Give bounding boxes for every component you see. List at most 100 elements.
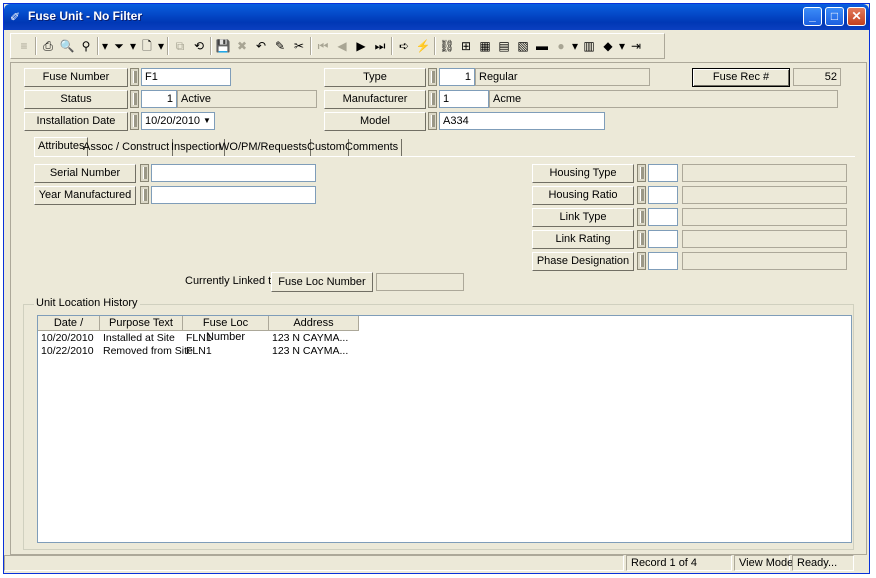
installation-date-button[interactable]: Installation Date [24,112,128,131]
close-button[interactable]: ✕ [847,7,866,26]
link-type-grip[interactable] [637,208,646,226]
save-icon[interactable]: 💾 [214,37,232,55]
tab-wo-pm-requests[interactable]: WO/PM/Requests [216,139,312,156]
dropdown-icon[interactable]: ▾ [618,37,626,55]
map-icon[interactable]: ▦ [476,37,494,55]
year-manufactured-button[interactable]: Year Manufactured [34,186,136,205]
cut-icon[interactable]: ✂ [290,37,308,55]
delete-icon[interactable]: ✖ [233,37,251,55]
dropdown-icon[interactable]: ▾ [157,37,165,55]
toolbar-separator [310,37,312,55]
serial-number-field[interactable] [151,164,316,182]
search-icon[interactable]: ⚲ [77,37,95,55]
model-field[interactable]: A334 [439,112,605,130]
column-header[interactable]: Date / [38,316,100,331]
column-header[interactable]: Address [269,316,359,331]
manufacturer-button[interactable]: Manufacturer [324,90,426,109]
housing-type-grip[interactable] [637,164,646,182]
toolbar: ≡ ⎙ 🔍 ⚲ ▾ ⏷ ▾ 🗋 ▾ ⧉ ⟲ 💾 ✖ ↶ ✎ ✂ ⏮ ◀ ▶ ⏭ ➪ ⚡ ⛓ ⊞ ▦ ▤ ▧ ▬ ● ▾ ▥ ◆ ▾ ⇥ [10,33,665,59]
fuse-number-grip[interactable] [130,68,139,86]
chevron-down-icon[interactable]: ▼ [201,114,213,128]
link-rating-grip[interactable] [637,230,646,248]
previous-record-icon[interactable]: ◀ [333,37,351,55]
column-header[interactable]: Purpose Text [100,316,183,331]
phase-designation-code-field[interactable] [648,252,678,270]
type-button[interactable]: Type [324,68,426,87]
manufacturer-grip[interactable] [428,90,437,108]
link-rating-button[interactable]: Link Rating [532,230,634,249]
dropdown-icon[interactable]: ▾ [101,37,109,55]
type-grip[interactable] [428,68,437,86]
fuse-loc-number-button[interactable]: Fuse Loc Number [271,272,373,292]
housing-type-text-field [682,164,847,182]
fuse-rec-button[interactable]: Fuse Rec # [692,68,790,87]
last-record-icon[interactable]: ⏭ [371,37,389,55]
new-record-icon[interactable]: 🗋 [138,37,156,55]
table-row[interactable]: 10/22/2010 Removed from Site FLN1 123 N CAY… [38,345,851,358]
refresh-icon[interactable]: ⟲ [190,37,208,55]
tool-icon[interactable]: ▬ [533,37,551,55]
copy-record-icon[interactable]: ⧉ [171,37,189,55]
grip-icon[interactable]: ≡ [15,37,33,55]
model-button[interactable]: Model [324,112,426,131]
model-grip[interactable] [428,112,437,130]
chart-icon[interactable]: ▧ [514,37,532,55]
dropdown-icon[interactable]: ▾ [129,37,137,55]
app-icon: ✐ [10,10,21,24]
serial-number-button[interactable]: Serial Number [34,164,136,183]
link-rating-code-field[interactable] [648,230,678,248]
status-grip[interactable] [130,90,139,108]
fuse-number-field[interactable]: F1 [141,68,231,86]
link-icon[interactable]: ⛓ [438,37,456,55]
manufacturer-code-field[interactable]: 1 [439,90,489,108]
edit-icon[interactable]: ✎ [271,37,289,55]
toolbar-separator [391,37,393,55]
globe-icon[interactable]: ● [552,37,570,55]
hierarchy-icon[interactable]: ⊞ [457,37,475,55]
link-type-button[interactable]: Link Type [532,208,634,227]
housing-type-button[interactable]: Housing Type [532,164,634,183]
book-icon[interactable]: ◆ [599,37,617,55]
maximize-button[interactable]: □ [825,7,844,26]
exit-icon[interactable]: ⇥ [627,37,645,55]
calendar-icon[interactable]: ▤ [495,37,513,55]
type-text-field: Regular [475,68,650,86]
first-record-icon[interactable]: ⏮ [314,37,332,55]
toolbar-separator [210,37,212,55]
minimize-button[interactable]: _ [803,7,822,26]
installation-date-grip[interactable] [130,112,139,130]
status-code-field[interactable]: 1 [141,90,177,108]
year-manufactured-field[interactable] [151,186,316,204]
installation-date-field[interactable]: 10/20/2010 ▼ [141,112,215,130]
report-icon[interactable]: ▥ [580,37,598,55]
fuse-number-button[interactable]: Fuse Number [24,68,128,87]
housing-type-code-field[interactable] [648,164,678,182]
dropdown-icon[interactable]: ▾ [571,37,579,55]
undo-icon[interactable]: ↶ [252,37,270,55]
tab-assoc-construct[interactable]: Assoc / Construct [80,139,174,156]
table-cell: 10/22/2010 [41,345,94,357]
filter-icon[interactable]: ⏷ [110,37,128,55]
tab-comments[interactable]: Comments [342,139,403,156]
column-header[interactable]: Fuse Loc Number [183,316,269,343]
housing-ratio-button[interactable]: Housing Ratio [532,186,634,205]
title-bar[interactable]: ✐ Fuse Unit - No Filter _ □ ✕ [4,4,869,30]
phase-designation-button[interactable]: Phase Designation [532,252,634,271]
lightning-icon[interactable]: ⚡ [414,37,432,55]
link-type-code-field[interactable] [648,208,678,226]
table-row[interactable]: 10/20/2010 Installed at Site FLN1 123 N CAY… [38,332,851,345]
go-to-icon[interactable]: ➪ [395,37,413,55]
housing-ratio-grip[interactable] [637,186,646,204]
history-list[interactable]: Date / Purpose Text Fuse Loc Number Address… [37,315,852,543]
serial-number-grip[interactable] [140,164,149,182]
print-icon[interactable]: ⎙ [39,37,57,55]
year-manufactured-grip[interactable] [140,186,149,204]
next-record-icon[interactable]: ▶ [352,37,370,55]
table-cell: FLN1 [186,332,212,344]
table-cell: 10/20/2010 [41,332,94,344]
phase-designation-grip[interactable] [637,252,646,270]
status-button[interactable]: Status [24,90,128,109]
housing-ratio-code-field[interactable] [648,186,678,204]
print-preview-icon[interactable]: 🔍 [58,37,76,55]
type-code-field[interactable]: 1 [439,68,475,86]
